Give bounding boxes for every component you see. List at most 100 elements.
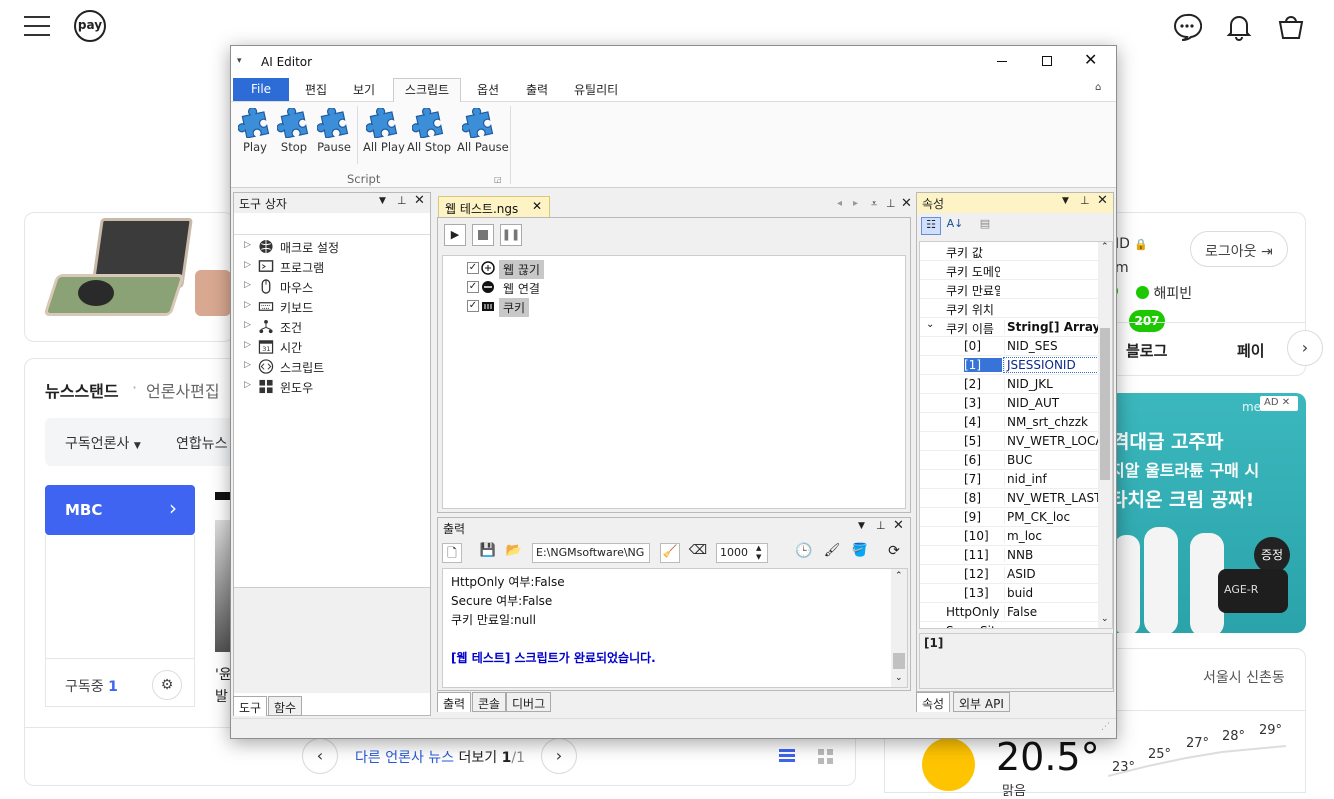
prev-page-button[interactable]: ‹ (302, 738, 338, 774)
collapse-ribbon-icon[interactable]: ⌂ (1095, 82, 1101, 93)
all-pause-button[interactable]: All Pause (457, 107, 509, 154)
pay-icon[interactable]: pay (74, 10, 106, 42)
all-stop-button[interactable]: All Stop (407, 107, 451, 154)
property-row[interactable]: [1] JSESSIONID (920, 356, 1101, 375)
expand-arrow-icon[interactable]: ▷ (244, 260, 251, 270)
property-row[interactable]: 쿠키 위치 (920, 299, 1100, 318)
log-path-input[interactable]: E:\NGMsoftware\NG (532, 543, 650, 563)
resize-grip-icon[interactable]: ⋰ (1101, 722, 1110, 732)
doc-stop-button[interactable] (472, 224, 494, 246)
property-value[interactable]: BUC (1004, 453, 1100, 467)
collapse-arrow-icon[interactable]: ⌄ (926, 319, 934, 330)
property-value[interactable]: NID_AUT (1004, 396, 1100, 410)
expand-arrow-icon[interactable]: ▷ (244, 300, 251, 310)
property-row[interactable]: [12] ASID (920, 565, 1100, 584)
happybean-link[interactable]: 해피빈 (1136, 283, 1192, 303)
logout-button[interactable]: 로그아웃 ⇥ (1190, 231, 1288, 267)
property-value[interactable]: NV_WETR_LAST_A (1004, 491, 1100, 505)
property-row[interactable]: HttpOnly False (920, 603, 1100, 622)
checkbox[interactable]: ✓ (467, 281, 479, 293)
options-menu[interactable]: 옵션 (477, 81, 499, 98)
property-row[interactable]: [9] PM_CK_loc (920, 508, 1100, 527)
close-tab-icon[interactable]: ✕ (532, 199, 542, 213)
property-value[interactable]: NNB (1004, 548, 1100, 562)
properties-header[interactable]: 속성 ▼ ⊥ ✕ (917, 193, 1113, 213)
property-row[interactable]: SameSite (920, 622, 1100, 628)
grid-view-icon[interactable] (818, 749, 833, 764)
tab-scroll-left-icon[interactable]: ◂ (837, 198, 842, 209)
close-icon[interactable]: ✕ (414, 193, 425, 208)
property-pages-icon[interactable]: ▤ (975, 217, 995, 235)
eraser-icon[interactable]: ⌫ (688, 543, 708, 563)
toolbox-header[interactable]: 도구 상자 ▼ ⊥ ✕ (234, 193, 430, 213)
dropdown-icon[interactable]: ▼ (1062, 196, 1069, 206)
settings-gear-button[interactable]: ⚙ (152, 670, 182, 700)
expand-arrow-icon[interactable]: ▷ (244, 360, 251, 370)
property-value[interactable]: PM_CK_loc (1004, 510, 1100, 524)
save-icon[interactable]: 💾 (478, 543, 498, 563)
location-label[interactable]: 서울시 신촌동 (1203, 667, 1285, 687)
pin-icon[interactable]: ⊥ (1080, 194, 1090, 207)
bell-icon[interactable] (1224, 12, 1254, 42)
play-button[interactable]: Play (237, 107, 273, 154)
expand-arrow-icon[interactable]: ▷ (244, 340, 251, 350)
stop-button[interactable]: Stop (276, 107, 312, 154)
maximize-button[interactable] (1042, 56, 1052, 66)
property-row[interactable]: ⌄ 쿠키 이름 String[] Array (920, 318, 1100, 337)
expand-arrow-icon[interactable]: ▷ (244, 240, 251, 250)
property-row[interactable]: [7] nid_inf (920, 470, 1100, 489)
property-row[interactable]: [5] NV_WETR_LOCAT (920, 432, 1100, 451)
stepper-arrows-icon[interactable]: ▲ ▼ (756, 544, 761, 562)
doc-pin-icon[interactable]: ⊥ (886, 197, 896, 210)
more-news-text[interactable]: 다른 언론사 뉴스 더보기 1/1 (355, 747, 525, 767)
shopping-bag-icon[interactable] (1276, 12, 1306, 42)
expand-arrow-icon[interactable]: ▷ (244, 320, 251, 330)
output-log[interactable]: HttpOnly 여부:False Secure 여부:False 쿠키 만료일… (442, 568, 908, 688)
checkbox[interactable]: ✓ (467, 262, 479, 274)
property-row[interactable]: [0] NID_SES (920, 337, 1100, 356)
pin-icon[interactable]: ⊥ (397, 194, 407, 207)
utility-menu[interactable]: 유틸리티 (574, 81, 618, 98)
property-row[interactable]: [13] buid (920, 584, 1100, 603)
subscribed-dropdown[interactable]: 구독언론사 ▼ (65, 433, 141, 453)
newsstand-subtitle[interactable]: 언론사편집 (146, 378, 220, 402)
tab-tools[interactable]: 도구 (233, 696, 268, 716)
property-row[interactable]: [6] BUC (920, 451, 1100, 470)
turntable-image[interactable] (43, 218, 193, 318)
property-value[interactable]: ASID (1004, 567, 1100, 581)
fill-bucket-icon[interactable]: 🪣 (850, 543, 870, 563)
dialog-launcher-icon[interactable]: ◲ (494, 175, 502, 184)
property-value[interactable]: m_loc (1004, 529, 1100, 543)
tab-console[interactable]: 콘솔 (472, 692, 507, 712)
checkbox[interactable]: ✓ (467, 300, 479, 312)
property-value[interactable]: NV_WETR_LOCAT (1004, 434, 1100, 448)
property-value[interactable]: NID_SES (1004, 339, 1100, 353)
document-tab[interactable]: 웹 테스트.ngs ✕ (438, 196, 550, 218)
categorized-view-icon[interactable]: ☷ (921, 217, 941, 235)
chat-icon[interactable] (1172, 12, 1202, 42)
edit-menu[interactable]: 편집 (305, 81, 327, 98)
property-value[interactable]: False (1004, 605, 1100, 619)
doc-play-button[interactable]: ▶ (444, 224, 466, 246)
ad-banner[interactable]: medi AD ✕ 격대급 고주파 지알 울트라튠 구매 시 타치온 크림 공짜… (1100, 393, 1306, 633)
alphabetical-sort-icon[interactable]: A↓ (945, 217, 965, 235)
blog-link[interactable]: 블로그 (1126, 340, 1167, 361)
property-row[interactable]: [11] NNB (920, 546, 1100, 565)
doc-pause-button[interactable]: ❚❚ (500, 224, 522, 246)
property-value[interactable]: nid_inf (1004, 472, 1100, 486)
property-value[interactable]: NID_JKL (1004, 377, 1100, 391)
property-row[interactable]: 쿠키 도메인 (920, 261, 1100, 280)
clock-icon[interactable]: 🕒 (794, 543, 814, 563)
hamburger-menu-icon[interactable] (24, 14, 51, 38)
doc-close-icon[interactable]: ✕ (901, 196, 912, 211)
expand-arrow-icon[interactable]: ▷ (244, 380, 251, 390)
property-row[interactable]: [4] NM_srt_chzzk (920, 413, 1100, 432)
pause-button[interactable]: Pause (316, 107, 352, 154)
list-view-icon[interactable] (779, 749, 795, 763)
property-value[interactable]: String[] Array (1004, 320, 1100, 334)
property-value[interactable]: NM_srt_chzzk (1004, 415, 1100, 429)
pin-icon[interactable]: ⊥ (876, 519, 886, 532)
property-row[interactable]: [8] NV_WETR_LAST_A (920, 489, 1100, 508)
property-value[interactable]: buid (1004, 586, 1100, 600)
clean-brush-icon[interactable]: 🧹 (660, 543, 680, 563)
